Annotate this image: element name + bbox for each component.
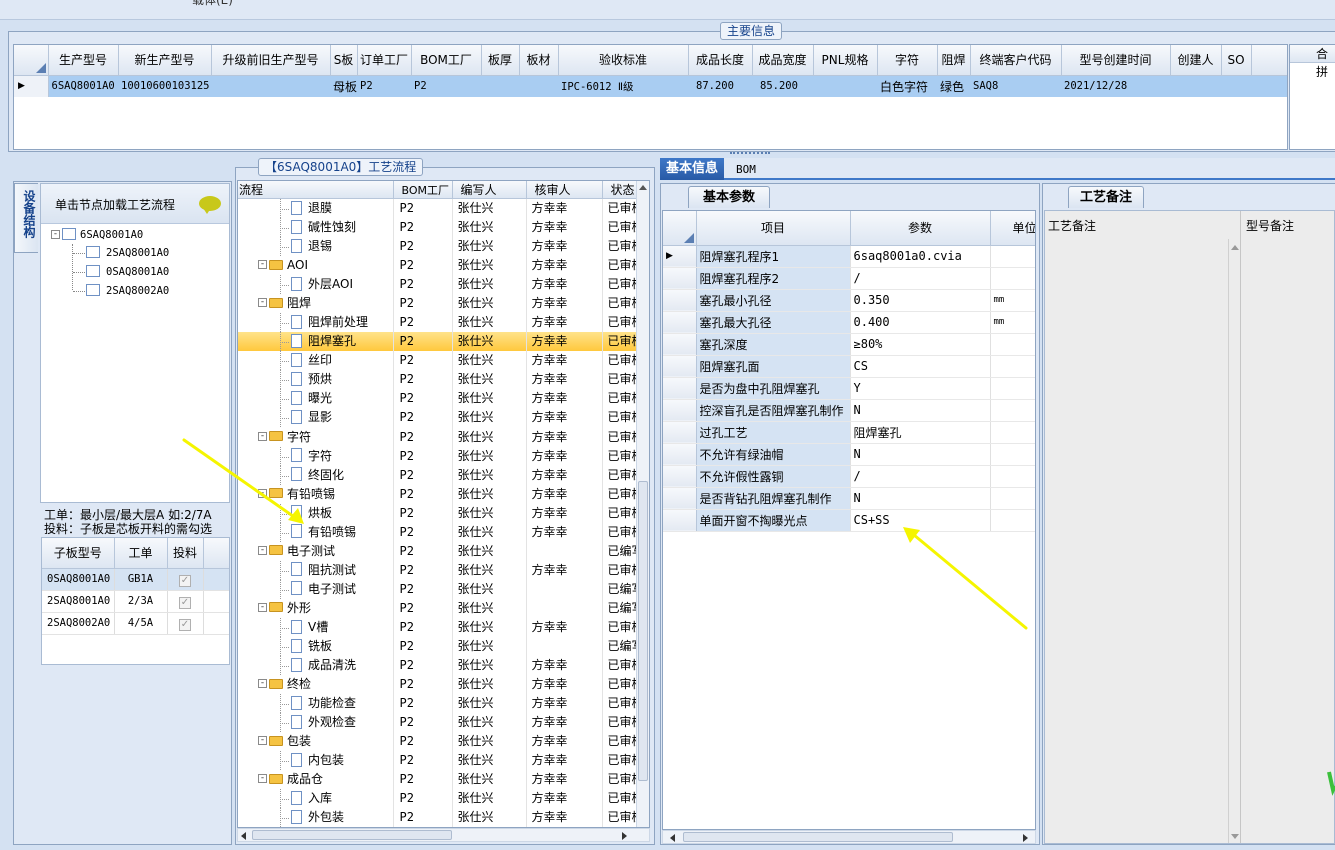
arrow-to-param-row [903,527,1028,630]
annotation-arrows [182,438,1335,796]
arrow-to-flow-item [182,438,304,524]
green-check-fragment [1327,771,1335,796]
